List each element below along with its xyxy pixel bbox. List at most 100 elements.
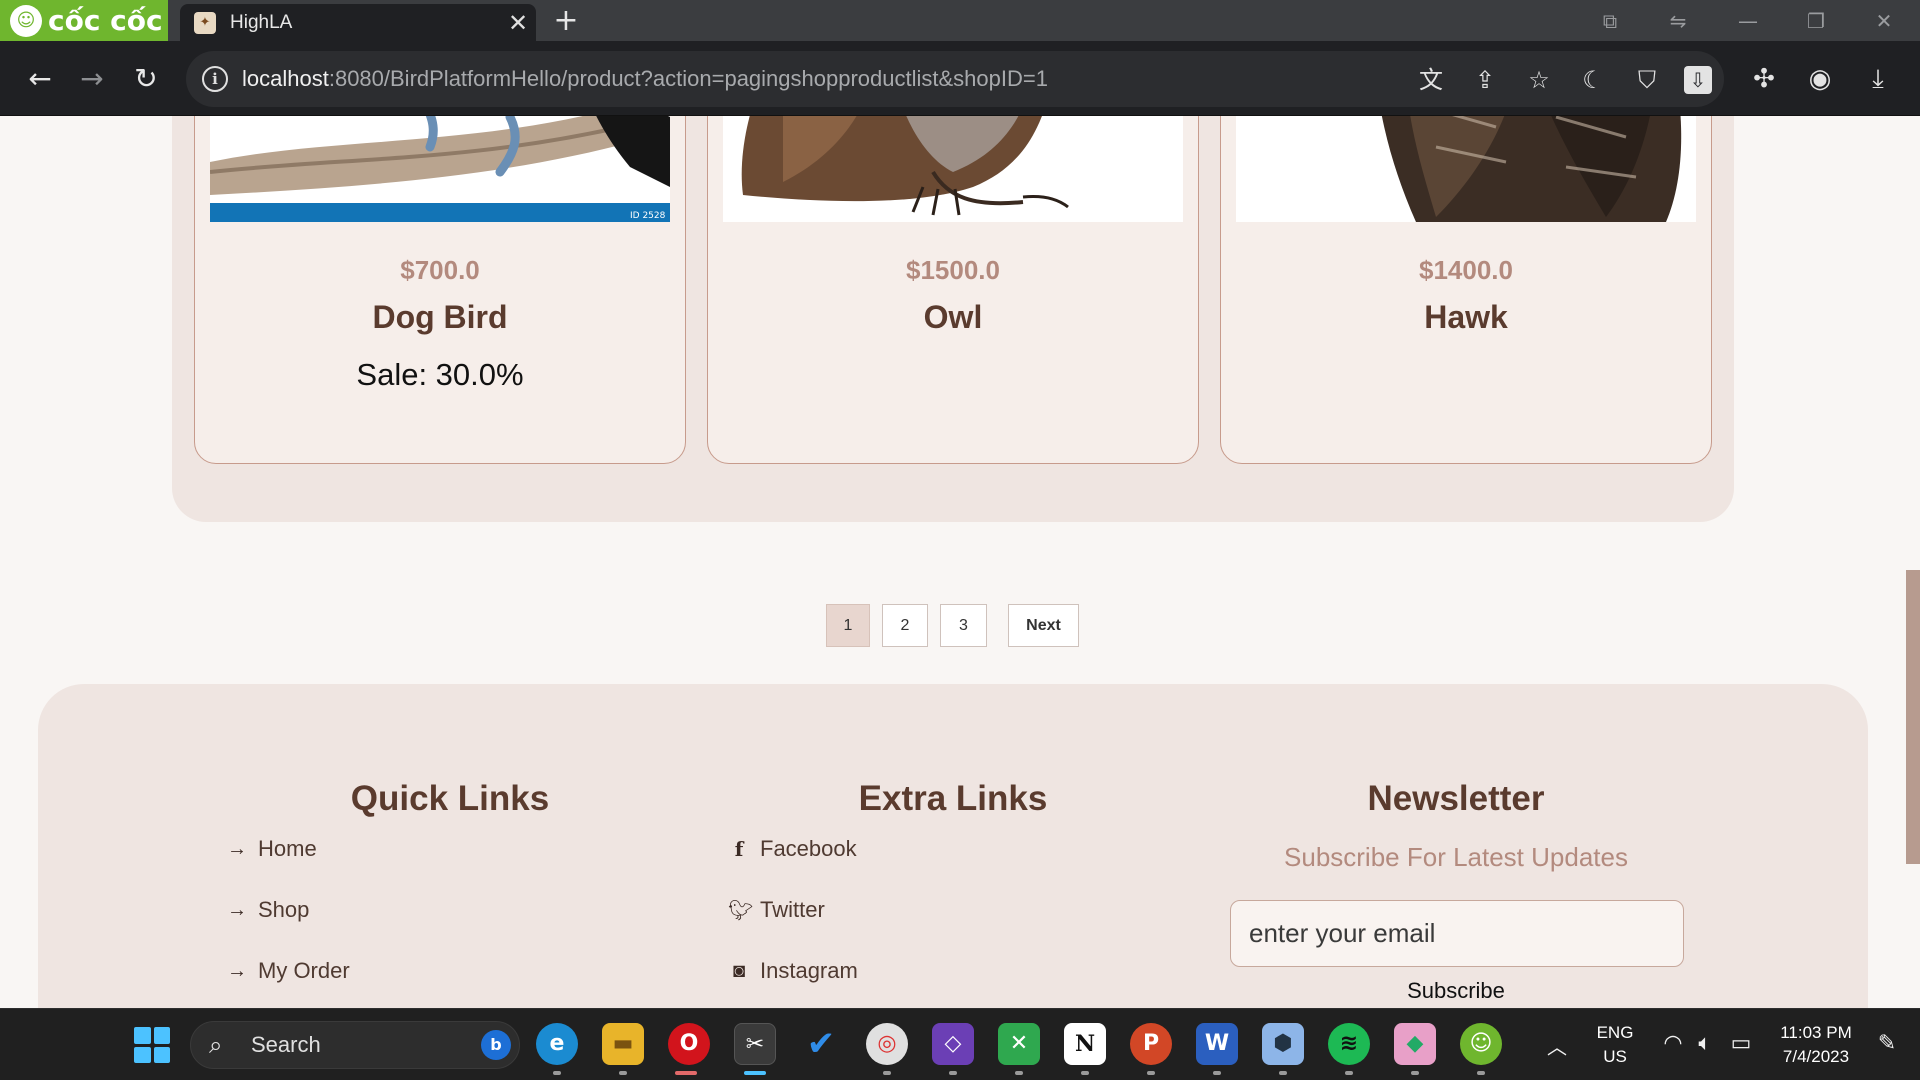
coccoc-running-indicator [1477, 1071, 1485, 1075]
edge-running-indicator [553, 1071, 561, 1075]
product-card[interactable]: $1500.0 Owl [707, 116, 1199, 464]
windows-start-icon[interactable] [134, 1027, 170, 1063]
url-host: localhost [242, 66, 329, 91]
product-image-owl[interactable] [723, 116, 1183, 222]
forward-button[interactable]: → [72, 59, 112, 99]
dog-bird-photo: ID 2528 [210, 116, 670, 222]
spotify-app-icon[interactable]: ≋ [1328, 1023, 1370, 1065]
product-image-hawk[interactable] [1236, 116, 1696, 222]
owl-photo [723, 116, 1183, 222]
newsletter-email-input[interactable] [1230, 900, 1684, 967]
vs-running-indicator [949, 1071, 957, 1075]
tab-search-icon[interactable]: ⇋ [1658, 6, 1698, 36]
page-viewport: ID 2528 $700.0 Dog Bird Sale: 30.0% $150… [0, 116, 1920, 1008]
clock-time[interactable]: 11:03 PM [1766, 1023, 1866, 1043]
page-1-button[interactable]: 1 [826, 604, 870, 647]
search-icon: ⌕ [209, 1031, 223, 1059]
bookmark-star-icon[interactable]: ☆ [1522, 63, 1556, 97]
volume-icon[interactable]: 🔈︎ [1690, 1031, 1720, 1056]
next-page-button[interactable]: Next [1008, 604, 1079, 647]
snipping-tool-app-icon[interactable]: ✂ [734, 1023, 776, 1065]
share-icon[interactable]: ⇪ [1468, 63, 1502, 97]
opera-app-icon[interactable]: O [668, 1023, 710, 1065]
footer-link-label: Twitter [760, 897, 825, 922]
page-3-button[interactable]: 3 [940, 604, 987, 647]
product-name[interactable]: Dog Bird [195, 299, 685, 336]
back-button[interactable]: ← [20, 59, 60, 99]
downloads-icon[interactable]: ⤓ [1858, 59, 1898, 99]
reload-button[interactable]: ↻ [126, 59, 166, 99]
minimize-button[interactable]: — [1728, 6, 1768, 36]
clock-date[interactable]: 7/4/2023 [1766, 1047, 1866, 1067]
new-tab-button[interactable]: + [548, 4, 584, 38]
opera-running-indicator [675, 1071, 697, 1075]
shield-icon[interactable]: ⛉ [1630, 63, 1664, 97]
footer-link-home[interactable]: → Home [226, 836, 317, 862]
chrome-app-icon[interactable]: ◎ [866, 1023, 908, 1065]
newsletter-subtitle: Subscribe For Latest Updates [1284, 842, 1628, 872]
product-sale: Sale: 30.0% [356, 357, 524, 392]
bing-icon[interactable]: b [481, 1030, 511, 1060]
extensions-icon[interactable]: ✣ [1744, 59, 1784, 99]
product-name[interactable]: Owl [708, 299, 1198, 336]
footer-link-label: Home [258, 836, 317, 861]
taskbar-search-label: Search [251, 1032, 321, 1057]
translate-icon[interactable]: 文 [1414, 63, 1448, 97]
footer-link-facebook[interactable]: f Facebook [728, 836, 857, 862]
footer-link-shop[interactable]: → Shop [226, 897, 309, 923]
edge-app-icon[interactable]: e [536, 1023, 578, 1065]
restore-button[interactable]: ❐ [1796, 6, 1836, 36]
todo-app-icon[interactable]: ✔ [800, 1023, 842, 1065]
instagram-icon: ◙ [732, 959, 746, 982]
product-name[interactable]: Hawk [1221, 299, 1711, 336]
close-window-button[interactable]: ✕ [1864, 6, 1904, 36]
netbeans-running-indicator [1279, 1071, 1287, 1075]
site-footer: Quick Links → Home → Shop → My Order Extra … [38, 684, 1868, 1008]
footer-link-twitter[interactable]: 🐦︎ Twitter [728, 897, 825, 923]
footer-link-label: My Order [258, 958, 350, 983]
dark-mode-icon[interactable]: ☾ [1576, 63, 1610, 97]
site-info-icon[interactable]: i [202, 66, 228, 92]
product-price: $1500.0 [906, 255, 1000, 285]
notion-app-icon[interactable]: N [1064, 1023, 1106, 1065]
file-explorer-app-icon[interactable]: ▬ [602, 1023, 644, 1065]
page-scrollbar[interactable] [1906, 570, 1920, 864]
footer-link-instagram[interactable]: ◙ Instagram [728, 958, 858, 984]
product-card[interactable]: $1400.0 Hawk [1220, 116, 1712, 464]
product-price: $700.0 [400, 255, 480, 285]
facebook-icon: f [734, 837, 744, 861]
savior-download-icon[interactable]: ⇩ [1684, 66, 1712, 94]
subscribe-button[interactable]: Subscribe [1381, 978, 1531, 1004]
taskbar-search[interactable]: ⌕ Search b [190, 1021, 520, 1069]
battery-icon[interactable]: ▭ [1726, 1031, 1756, 1056]
arrow-right-icon: → [227, 959, 247, 982]
profile-icon[interactable]: ◉ [1800, 59, 1840, 99]
footer-link-my-order[interactable]: → My Order [226, 958, 350, 984]
close-tab-icon[interactable]: ✕ [500, 9, 536, 37]
chevron-up-icon[interactable]: ︿ [1542, 1031, 1572, 1060]
notification-icon[interactable]: ✎ [1872, 1031, 1902, 1056]
git-running-indicator [1411, 1071, 1419, 1075]
sql-tool-app-icon[interactable]: ✕ [998, 1023, 1040, 1065]
product-price: $1400.0 [1419, 255, 1513, 285]
wifi-icon[interactable]: ◠ [1658, 1031, 1688, 1056]
language-code[interactable]: ENG [1588, 1023, 1642, 1043]
product-image-dog-bird[interactable]: ID 2528 [210, 116, 670, 222]
language-region[interactable]: US [1588, 1047, 1642, 1067]
url-text[interactable]: localhost:8080/BirdPlatformHello/product… [242, 66, 1048, 92]
coccoc-app-icon[interactable]: ☺ [1460, 1023, 1502, 1065]
powerpoint-app-icon[interactable]: P [1130, 1023, 1172, 1065]
sidebar-toggle-icon[interactable]: ⧉ [1590, 6, 1630, 36]
tab-highla[interactable]: ✦ HighLA ✕ [180, 4, 536, 41]
arrow-right-icon: → [227, 837, 247, 860]
netbeans-app-icon[interactable]: ⬢ [1262, 1023, 1304, 1065]
extra-links-title: Extra Links [858, 779, 1048, 818]
visual-studio-app-icon[interactable]: ◇ [932, 1023, 974, 1065]
address-bar[interactable]: i localhost:8080/BirdPlatformHello/produ… [186, 51, 1724, 107]
git-app-icon[interactable]: ◆ [1394, 1023, 1436, 1065]
product-card[interactable]: ID 2528 $700.0 Dog Bird Sale: 30.0% [194, 116, 686, 464]
coccoc-menu-button[interactable]: ☺ cốc cốc [0, 0, 168, 41]
url-path: :8080/BirdPlatformHello/product?action=p… [328, 66, 1048, 91]
word-app-icon[interactable]: W [1196, 1023, 1238, 1065]
page-2-button[interactable]: 2 [882, 604, 928, 647]
